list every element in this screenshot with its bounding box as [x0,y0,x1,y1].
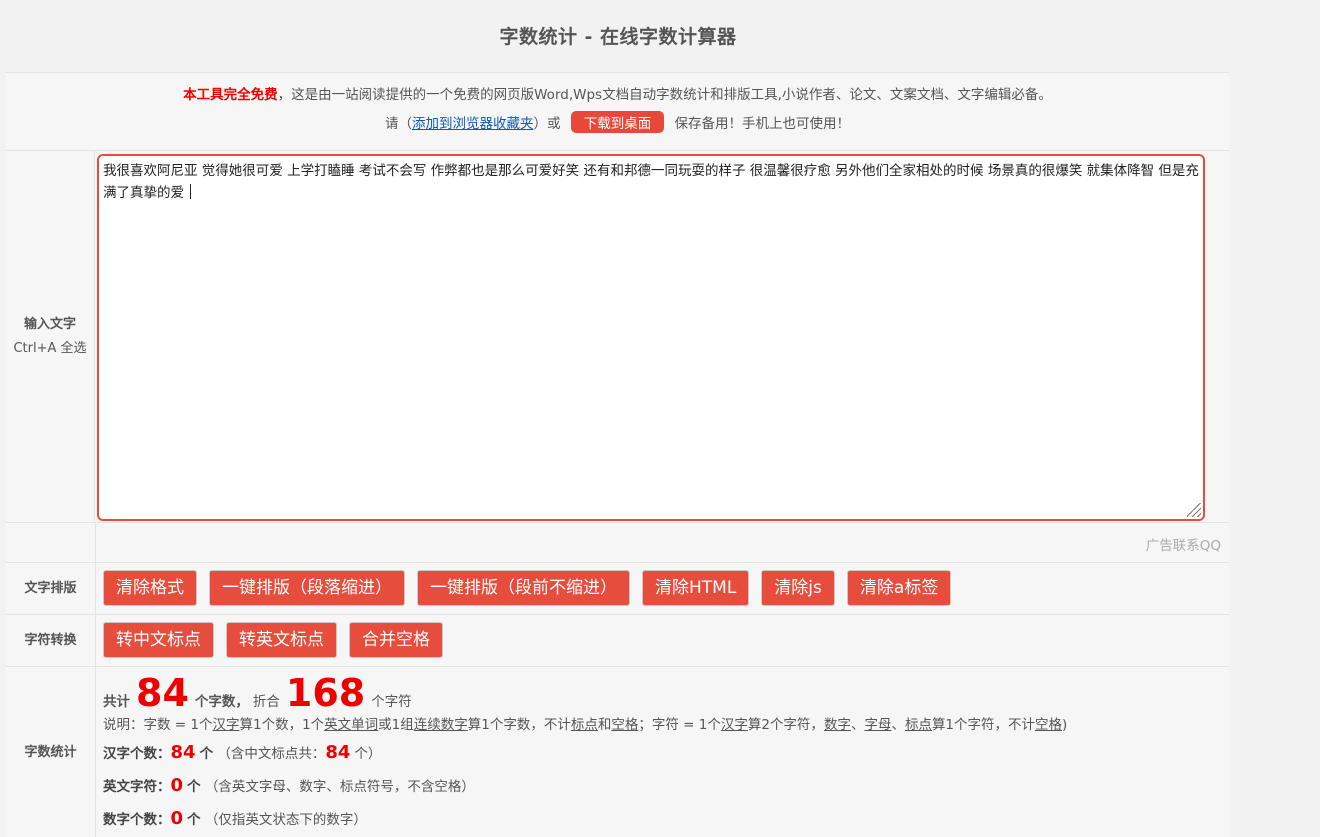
notice-row: 本工具完全免费，这是由一站阅读提供的一个免费的网页版Word,Wps文档自动字数… [6,73,1229,151]
stats-row: 字数统计 共计 84 个字数， 折合 168 个字符 说明：字数 = 1个汉字算… [6,667,1229,837]
resize-grip-icon[interactable] [1187,503,1201,517]
to-english-punct-button[interactable]: 转英文标点 [226,622,337,658]
text-cursor [190,184,192,199]
input-cell: 我很喜欢阿尼亚 觉得她很可爱 上学打瞌睡 考试不会写 作弊都也是那么可爱好笑 还… [95,151,1229,522]
word-unit: 个字数， [194,694,249,710]
conversion-buttons: 转中文标点 转英文标点 合并空格 [96,615,1229,666]
auto-layout-indent-button[interactable]: 一键排版（段落缩进） [209,570,405,606]
english-count: 0 [170,775,184,796]
input-row: 输入文字 Ctrl+A 全选 我很喜欢阿尼亚 觉得她很可爱 上学打瞌睡 考试不会写… [6,151,1229,523]
or-text: ）或 [533,116,561,132]
text-input-value: 我很喜欢阿尼亚 觉得她很可爱 上学打瞌睡 考试不会写 作弊都也是那么可爱好笑 还… [103,163,1199,201]
formatting-label: 文字排版 [6,563,96,614]
clear-js-button[interactable]: 清除js [761,570,835,606]
bookmark-link[interactable]: 添加到浏览器收藏夹 [412,116,534,132]
auto-layout-no-indent-button[interactable]: 一键排版（段前不缩进） [417,570,630,606]
total-prefix: 共计 [103,694,130,710]
clear-a-tag-button[interactable]: 清除a标签 [846,570,952,606]
digit-count: 0 [170,808,184,829]
clear-format-button[interactable]: 清除格式 [103,570,197,606]
notice-line-1: 本工具完全免费，这是由一站阅读提供的一个免费的网页版Word,Wps文档自动字数… [6,73,1229,105]
clear-html-button[interactable]: 清除HTML [642,570,750,606]
english-line: 英文字符：0 个 （含英文字母、数字、标点符号，不含空格） [103,775,475,796]
input-label-title: 输入文字 [23,316,76,332]
equal-label: 折合 [252,694,280,710]
please-text: 请（ [384,116,412,132]
char-count: 168 [285,671,366,715]
input-label: 输入文字 Ctrl+A 全选 [6,151,95,522]
ad-contact-text: 广告联系QQ [1145,538,1221,554]
hanzi-line: 汉字个数：84 个 （含中文标点共：84 个） [103,742,382,763]
ad-row: 广告联系QQ [6,523,1229,563]
total-line: 共计 84 个字数， 折合 168 个字符 [103,671,1222,715]
explain-line: 说明：字数 = 1个汉字算1个数，1个英文单词或1组连续数字算1个字数，不计标点… [103,717,1068,733]
notice-line-2: 请（添加到浏览器收藏夹）或 下载到桌面 保存备用！手机上也可使用！ [6,105,1229,133]
hanzi-count: 84 [170,742,196,763]
notice-cell: 本工具完全免费，这是由一站阅读提供的一个免费的网页版Word,Wps文档自动字数… [6,73,1229,150]
merge-spaces-button[interactable]: 合并空格 [349,622,443,658]
to-chinese-punct-button[interactable]: 转中文标点 [103,622,214,658]
stats-label: 字数统计 [6,667,96,837]
digit-line: 数字个数：0 个 （仅指英文状态下的数字） [103,808,367,829]
text-input-area[interactable]: 我很喜欢阿尼亚 觉得她很可爱 上学打瞌睡 考试不会写 作弊都也是那么可爱好笑 还… [97,154,1205,521]
ad-label-empty [6,523,96,562]
conversion-row: 字符转换 转中文标点 转英文标点 合并空格 [6,615,1229,667]
stats-cell: 共计 84 个字数， 折合 168 个字符 说明：字数 = 1个汉字算1个数，1… [96,667,1229,837]
download-desktop-button[interactable]: 下载到桌面 [570,111,665,133]
char-unit: 个字符 [371,694,412,710]
conversion-label: 字符转换 [6,615,96,666]
free-label: 本工具完全免费 [183,87,278,103]
save-text: 保存备用！手机上也可使用！ [674,116,851,132]
word-count: 84 [136,671,189,715]
notice-text: ，这是由一站阅读提供的一个免费的网页版Word,Wps文档自动字数统计和排版工具… [277,87,1052,103]
page-title: 字数统计 - 在线字数计算器 [499,26,737,48]
word-count-table: 本工具完全免费，这是由一站阅读提供的一个免费的网页版Word,Wps文档自动字数… [6,72,1229,837]
formatting-row: 文字排版 清除格式 一键排版（段落缩进） 一键排版（段前不缩进） 清除HTML … [6,563,1229,615]
formatting-buttons: 清除格式 一键排版（段落缩进） 一键排版（段前不缩进） 清除HTML 清除js … [96,563,1229,614]
input-label-hint: Ctrl+A 全选 [13,340,87,356]
hanzi-punct-count: 84 [325,742,351,763]
